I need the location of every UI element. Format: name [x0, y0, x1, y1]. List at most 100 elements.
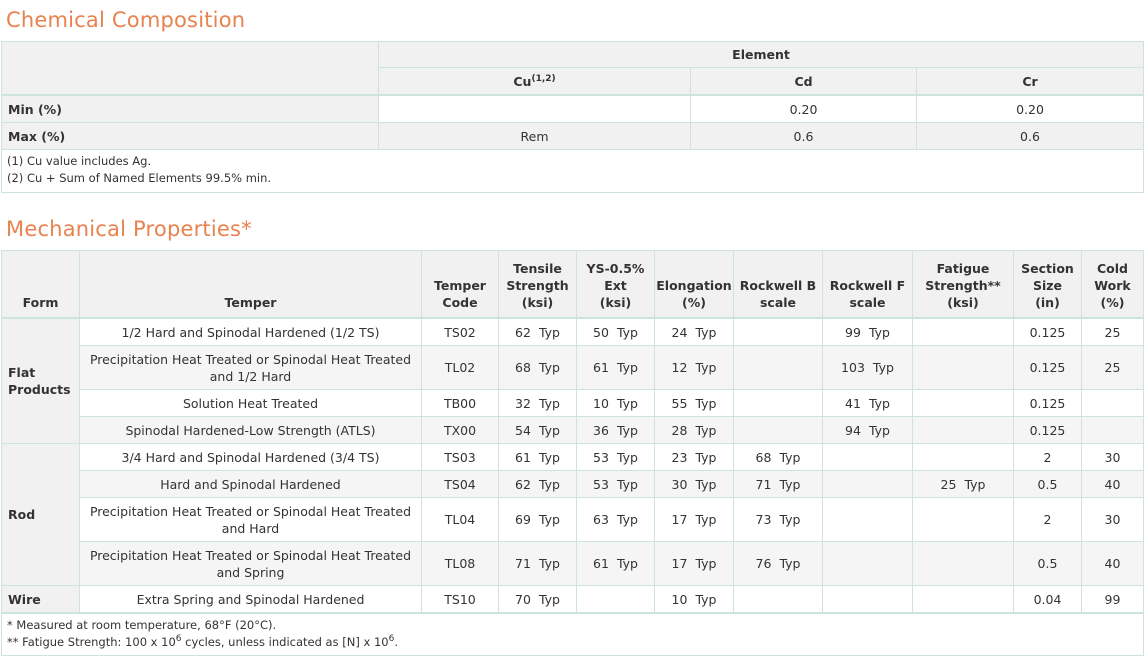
chemical-notes: (1) Cu value includes Ag. (2) Cu + Sum o… [1, 149, 1144, 193]
elongation-cell: 24 Typ [654, 317, 734, 346]
header-tensile-strength: Tensile Strength (ksi) [498, 250, 577, 319]
ys-cell: 10 Typ [576, 389, 655, 417]
rockwell-b-cell: 68 Typ [733, 443, 823, 471]
fatigue-cell [912, 585, 1014, 614]
table-row: Solution Heat Treated TB00 32 Typ 10 Typ 55 Typ… [2, 389, 1144, 417]
table-row: Spinodal Hardened-Low Strength (ATLS) TX0… [2, 416, 1144, 444]
table-row: Max (%) Rem 0.6 0.6 [1, 122, 1144, 150]
ys-cell: 50 Typ [576, 317, 655, 346]
rockwell-b-cell: 73 Typ [733, 497, 823, 542]
temper-cell: Solution Heat Treated [79, 389, 422, 417]
cold-work-cell: 40 [1081, 470, 1144, 498]
header-temper: Temper [79, 250, 422, 319]
elongation-cell: 28 Typ [654, 416, 734, 444]
rockwell-b-cell [733, 317, 823, 346]
section-size-cell: 0.5 [1013, 541, 1082, 586]
rockwell-f-cell: 103 Typ [822, 345, 913, 390]
tensile-cell: 62 Typ [498, 317, 577, 346]
header-form: Form [1, 250, 80, 319]
rockwell-b-cell: 71 Typ [733, 470, 823, 498]
ys-cell: 53 Typ [576, 470, 655, 498]
fatigue-cell [912, 345, 1014, 390]
tensile-cell: 71 Typ [498, 541, 577, 586]
rockwell-f-cell [822, 585, 913, 614]
cd-max: 0.6 [690, 122, 917, 150]
temper-code-cell: TS02 [421, 317, 499, 346]
elongation-cell: 17 Typ [654, 541, 734, 586]
header-fatigue-strength: Fatigue Strength** (ksi) [912, 250, 1014, 319]
cu-max: Rem [378, 122, 691, 150]
tensile-cell: 54 Typ [498, 416, 577, 444]
header-elongation: Elongation (%) [654, 250, 734, 319]
section-size-cell: 0.5 [1013, 470, 1082, 498]
fatigue-cell [912, 317, 1014, 346]
tensile-cell: 32 Typ [498, 389, 577, 417]
ys-cell: 63 Typ [576, 497, 655, 542]
header-yield-strength: YS-0.5% Ext (ksi) [576, 250, 655, 319]
rockwell-f-cell [822, 470, 913, 498]
table-row: Hard and Spinodal Hardened TS04 62 Typ 53 Typ… [2, 470, 1144, 498]
rockwell-f-cell: 99 Typ [822, 317, 913, 346]
elongation-cell: 23 Typ [654, 443, 734, 471]
rockwell-b-cell [733, 345, 823, 390]
tensile-cell: 61 Typ [498, 443, 577, 471]
element-header-cu: Cu(1,2) [378, 67, 691, 96]
rockwell-b-cell [733, 585, 823, 614]
cold-work-cell: 30 [1081, 497, 1144, 542]
fatigue-cell [912, 497, 1014, 542]
tensile-cell: 70 Typ [498, 585, 577, 614]
ys-cell: 53 Typ [576, 443, 655, 471]
cu-min [378, 94, 691, 123]
cold-work-cell: 40 [1081, 541, 1144, 586]
table-row: Rod 3/4 Hard and Spinodal Hardened (3/4 T… [1, 443, 1144, 586]
fatigue-cell [912, 541, 1014, 586]
header-rockwell-b: Rockwell Bscale [733, 250, 823, 319]
fatigue-cell: 25 Typ [912, 470, 1014, 498]
temper-cell: Spinodal Hardened-Low Strength (ATLS) [79, 416, 422, 444]
elongation-cell: 12 Typ [654, 345, 734, 390]
chemical-composition-title: Chemical Composition [6, 8, 246, 32]
cold-work-cell: 25 [1081, 317, 1144, 346]
elongation-cell: 10 Typ [654, 585, 734, 614]
form-flat: Flat Products [1, 317, 80, 444]
rockwell-b-cell: 76 Typ [733, 541, 823, 586]
table-row: Flat Products 1/2 Hard and Spinodal Harden… [1, 317, 1144, 444]
cold-work-cell [1081, 416, 1144, 444]
fatigue-cell [912, 389, 1014, 417]
temper-code-cell: TL08 [421, 541, 499, 586]
table-row: Precipitation Heat Treated or Spinodal H… [2, 497, 1144, 542]
section-size-cell: 0.04 [1013, 585, 1082, 614]
mechanical-properties-table: Form Temper Temper Code Tensile Strength (k… [1, 250, 1144, 656]
cold-work-cell: 30 [1081, 443, 1144, 471]
table-row: Min (%) 0.20 0.20 [1, 94, 1144, 123]
temper-cell: Hard and Spinodal Hardened [79, 470, 422, 498]
section-size-cell: 0.125 [1013, 389, 1082, 417]
temper-code-cell: TL04 [421, 497, 499, 542]
elongation-cell: 17 Typ [654, 497, 734, 542]
fatigue-cell [912, 443, 1014, 471]
chemical-composition-table: Element Cu(1,2) Cd Cr Min (%) 0.20 0.20 … [1, 41, 1144, 193]
section-size-cell: 0.125 [1013, 345, 1082, 390]
header-section-size: Section Size (in) [1013, 250, 1082, 319]
temper-code-cell: TS10 [421, 585, 499, 614]
form-wire: Wire [1, 585, 80, 614]
temper-code-cell: TS04 [421, 470, 499, 498]
cr-min: 0.20 [916, 94, 1144, 123]
ys-cell [576, 585, 655, 614]
rockwell-b-cell [733, 389, 823, 417]
section-size-cell: 2 [1013, 497, 1082, 542]
rockwell-f-cell [822, 497, 913, 542]
element-header-cd: Cd [690, 67, 917, 96]
header-rockwell-f: Rockwell Fscale [822, 250, 913, 319]
cold-work-cell: 99 [1081, 585, 1144, 614]
mechanical-notes: * Measured at room temperature, 68°F (20… [1, 612, 1144, 656]
rockwell-f-cell [822, 541, 913, 586]
temper-cell: Precipitation Heat Treated or Spinodal H… [79, 497, 422, 542]
mechanical-properties-title: Mechanical Properties* [6, 217, 252, 241]
note-fatigue: ** Fatigue Strength: 100 x 106 cycles, u… [7, 634, 398, 649]
temper-cell: Precipitation Heat Treated or Spinodal H… [79, 345, 422, 390]
corner-cell [1, 41, 379, 96]
cold-work-cell [1081, 389, 1144, 417]
temper-cell: Precipitation Heat Treated or Spinodal H… [79, 541, 422, 586]
fatigue-cell [912, 416, 1014, 444]
